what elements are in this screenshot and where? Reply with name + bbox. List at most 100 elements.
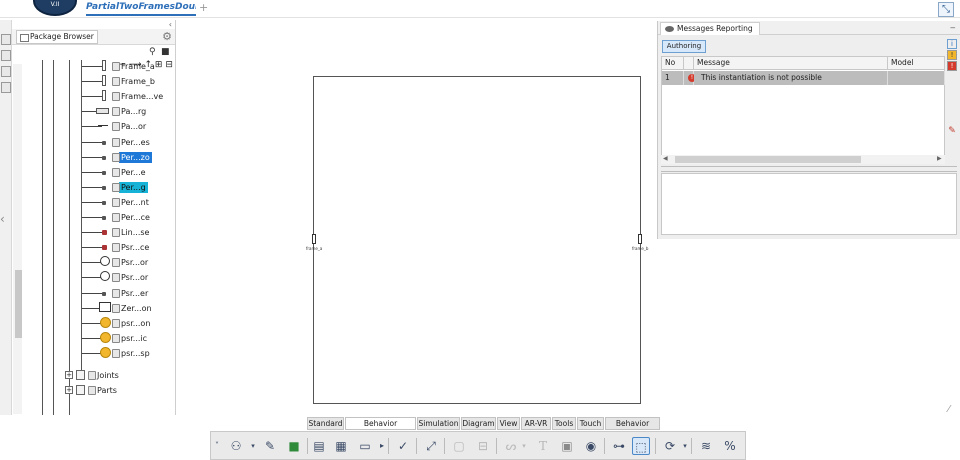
gear-icon[interactable]: ⚙ [162,30,172,43]
restore-icon[interactable]: ⤡ [938,2,954,17]
tree-item-label: Per...es [112,137,150,147]
tab-tools[interactable]: Tools [552,417,576,430]
tree-connector [82,352,102,354]
tree-guide-line [53,60,54,415]
strip-check-icon[interactable] [1,66,11,77]
document-tab[interactable]: PartialTwoFramesDoubleSi [86,2,196,16]
row-model[interactable] [888,71,945,85]
row-number[interactable]: 1 [662,71,684,85]
info-icon[interactable]: ■ [285,437,303,455]
palette-icon[interactable]: ◉ [582,437,600,455]
text-icon[interactable]: T [534,437,552,455]
package-browser-header: Package Browser ⚙ [12,29,175,45]
dropdown-icon[interactable]: ▾ [249,437,257,455]
vertical-scrollbar[interactable]: ▼ [13,64,22,414]
tab-standard[interactable]: Standard [307,417,344,430]
tree-item-label: Psr...or [111,258,149,268]
port-frame-a[interactable] [312,234,316,244]
ratio-icon[interactable]: % [721,437,739,455]
expand-arrow-icon[interactable]: ▸ [378,437,386,455]
tab-behavior-tools[interactable]: Behavior Tools [605,417,660,439]
clear-messages-icon[interactable]: ✎ [947,127,957,137]
edit-document-icon[interactable]: ✎ [261,437,279,455]
strip-browser-icon[interactable] [1,34,11,45]
row-message[interactable]: This instantiation is not possible [694,71,888,85]
frame-icon [102,60,106,71]
strip-list-icon[interactable] [1,82,11,93]
tree-item-label: Psr...ce [111,243,150,253]
resize-grip-icon[interactable]: ⁄ [948,404,950,415]
port-frame-b[interactable] [638,234,642,244]
horizontal-scrollbar[interactable]: ◀ ▶ [661,155,945,164]
split-block-icon[interactable]: ⊟ [474,437,492,455]
tree-guide-line [42,60,43,415]
table-icon[interactable]: ▤ [310,437,328,455]
collapse-icon[interactable]: ‹ [169,20,172,29]
select-icon[interactable]: ⬚ [632,437,650,455]
tree-connector [82,322,102,324]
layers-icon[interactable]: ≋ [697,437,715,455]
toolbar-separator [307,438,308,454]
properties-icon[interactable]: ▦ [332,437,350,455]
toolbar-menu-icon[interactable]: ˅ [213,437,221,455]
panel-splitter[interactable] [661,166,957,172]
tree-item-label: Per...ce [112,213,150,222]
new-behavior-icon[interactable]: ⚇ [227,437,245,455]
tree-item-label: Zer...on [112,303,152,313]
column-header-severity[interactable] [684,57,694,70]
search-icon[interactable]: ⚲ [149,47,156,57]
connect-icon[interactable]: ⤢ [422,437,440,455]
param-icon [102,170,106,175]
tab-ar-vr[interactable]: AR-VR [521,417,551,430]
expand-icon[interactable]: + [65,371,73,379]
expand-panel-icon[interactable]: ‹ [0,212,5,226]
save-icon[interactable]: ■ [161,47,170,57]
link-icon[interactable]: ⊶ [610,437,628,455]
tab-touch[interactable]: Touch [577,417,604,430]
tab-view[interactable]: View [497,417,520,430]
warning-filter-icon[interactable]: ! [947,50,957,60]
tree-item-label: Psr...er [111,288,149,298]
param-icon [102,185,106,190]
tree-guide-line [81,60,82,380]
tree-item-label: Frame...ve [111,92,164,102]
toolbar-tabs: Standard Behavior Authoring Simulation D… [307,417,661,439]
action-toolbar: ˅ ⚇ ▾ ✎ ■ ▤ ▦ ▭ ▸ ✓ ⤢ ▢ ⊟ ᔕ ▾ T ▣ ◉ ⊶ ⬚ … [210,431,746,460]
tree-connector [82,262,102,264]
tree-item-label: Psr...or [111,273,149,283]
package-browser-title[interactable]: Package Browser [16,30,98,44]
tab-authoring[interactable]: Authoring [662,40,706,53]
column-header-model[interactable]: Model [888,57,945,70]
diagram-frame[interactable]: frame_a frame_b [306,76,648,404]
expand-icon[interactable]: + [65,386,73,394]
param-icon [102,140,106,145]
frame-icon [102,75,106,87]
transition-icon[interactable]: ᔕ [502,437,520,455]
tree-item-label: Per...g [112,181,148,193]
add-tab-button[interactable]: + [199,1,208,14]
check-icon[interactable]: ✓ [394,437,412,455]
messages-title[interactable]: Messages Reporting [660,22,760,35]
image-icon[interactable]: ▣ [558,437,576,455]
minimize-icon[interactable]: _ [951,19,956,29]
window-icon[interactable]: ▭ [356,437,374,455]
error-filter-icon[interactable]: ! [947,61,957,71]
refresh-icon[interactable]: ⟳ [661,437,679,455]
tab-behavior-authoring[interactable]: Behavior Authoring [345,417,416,439]
scrollbar-thumb[interactable] [675,156,861,163]
dropdown-icon[interactable]: ▾ [520,437,528,455]
dropdown-icon[interactable]: ▾ [681,437,689,455]
scroll-left-icon[interactable]: ◀ [663,155,668,162]
folder-icon [76,370,85,380]
tree-connector [82,247,102,249]
tab-diagram[interactable]: Diagram [461,417,496,430]
block-icon[interactable]: ▢ [450,437,468,455]
scrollbar-thumb[interactable] [15,270,22,338]
scroll-right-icon[interactable]: ▶ [937,155,942,162]
tab-simulation[interactable]: Simulation [417,417,460,430]
app-logo[interactable]: V.II [33,0,77,16]
info-filter-icon[interactable]: i [947,39,957,49]
column-header-message[interactable]: Message [694,57,888,70]
strip-properties-icon[interactable] [1,50,11,61]
column-header-no[interactable]: No [662,57,684,70]
